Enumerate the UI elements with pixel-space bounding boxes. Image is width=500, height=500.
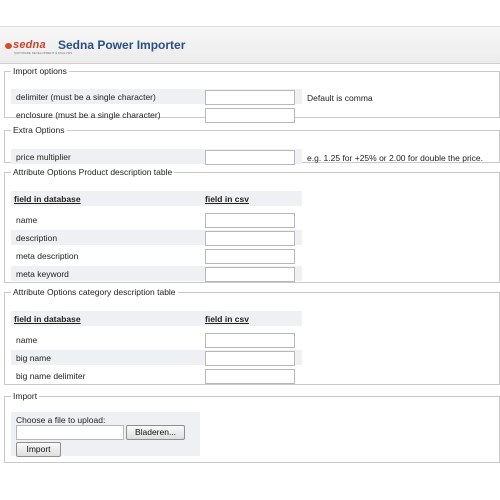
delimiter-input[interactable] [205, 90, 295, 105]
file-path-input[interactable] [16, 425, 124, 440]
product-row-label: meta keyword [16, 269, 69, 279]
col-field-in-csv: field in csv [205, 314, 249, 324]
logo-swirl-icon [5, 43, 12, 49]
category-row-label: big name delimiter [16, 371, 86, 381]
category-description-fieldset: Attribute Options category description t… [4, 287, 500, 385]
app-header: sedna SOFTWARE DEVELOPMENT & ANALYSIS Se… [0, 26, 500, 64]
product-row-label: meta description [16, 251, 79, 261]
page-title: Sedna Power Importer [58, 38, 186, 52]
product-table-header: field in database field in csv [11, 191, 302, 206]
product-description-legend: Attribute Options Product description ta… [13, 167, 173, 177]
product-row-label: description [16, 233, 58, 243]
category-name-input[interactable] [205, 333, 295, 348]
category-big-name-delimiter-input[interactable] [205, 369, 295, 384]
browse-button[interactable]: Bladeren... [126, 425, 185, 440]
delimiter-note: Default is comma [307, 93, 373, 103]
product-row-label: name [16, 215, 38, 225]
product-name-input[interactable] [205, 213, 295, 228]
product-description-fieldset: Attribute Options Product description ta… [4, 167, 500, 283]
col-field-in-database: field in database [14, 314, 81, 324]
enclosure-input[interactable] [205, 108, 295, 123]
import-fieldset: Import Choose a file to upload: Bladeren… [4, 391, 500, 463]
sedna-logo: sedna SOFTWARE DEVELOPMENT & ANALYSIS [5, 39, 72, 55]
extra-options-legend: Extra Options [13, 125, 65, 135]
category-description-legend: Attribute Options category description t… [13, 287, 176, 297]
file-upload-box: Choose a file to upload: Bladeren... Imp… [11, 412, 200, 457]
col-field-in-csv: field in csv [205, 194, 249, 204]
delimiter-label: delimiter (must be a single character) [16, 92, 156, 102]
category-big-name-input[interactable] [205, 351, 295, 366]
import-options-fieldset: Import options delimiter (must be a sing… [4, 66, 500, 123]
import-options-legend: Import options [13, 66, 67, 76]
import-legend: Import [13, 391, 38, 401]
enclosure-label: enclosure (must be a single character) [16, 110, 161, 120]
category-table-header: field in database field in csv [11, 311, 302, 326]
product-description-input[interactable] [205, 231, 295, 246]
product-meta-keyword-input[interactable] [205, 267, 295, 282]
col-field-in-database: field in database [14, 194, 81, 204]
price-multiplier-input[interactable] [205, 150, 295, 165]
price-multiplier-note: e.g. 1.25 for +25% or 2.00 for double th… [307, 153, 484, 163]
extra-options-fieldset: Extra Options price multiplier e.g. 1.25… [4, 125, 500, 165]
category-row-label: name [16, 335, 38, 345]
product-meta-description-input[interactable] [205, 249, 295, 264]
choose-file-label: Choose a file to upload: [16, 415, 106, 425]
price-multiplier-label: price multiplier [16, 152, 71, 162]
category-row-label: big name [16, 353, 51, 363]
logo-text: sedna [13, 39, 46, 51]
import-button[interactable]: Import [16, 442, 61, 457]
